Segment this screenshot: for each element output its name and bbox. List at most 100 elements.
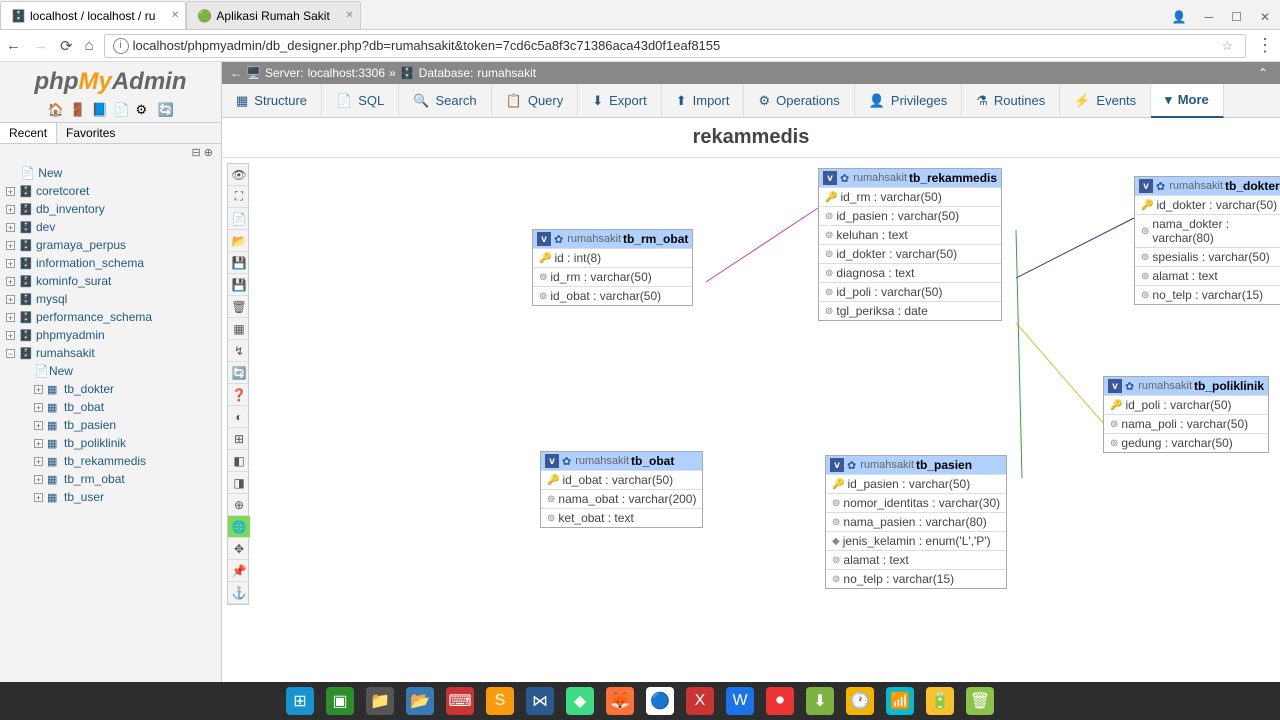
table-column[interactable]: ⊚ spesialis : varchar(50): [1135, 247, 1280, 266]
breadcrumb-db[interactable]: rumahsakit: [477, 66, 536, 80]
expand-icon[interactable]: +: [34, 457, 43, 466]
vscode-icon[interactable]: ⋈: [526, 687, 554, 715]
chrome-icon[interactable]: 🔵: [646, 687, 674, 715]
tab-import[interactable]: ⬆Import: [662, 84, 745, 118]
back-icon[interactable]: ←: [6, 37, 21, 55]
sidebar-table-tb_obat[interactable]: +▦tb_obat: [34, 398, 221, 416]
expand-icon[interactable]: +: [6, 259, 15, 268]
table-column[interactable]: ⊚ nama_poli : varchar(50): [1104, 414, 1268, 433]
close-icon[interactable]: ✕: [345, 10, 353, 21]
close-icon[interactable]: ✕: [171, 10, 179, 21]
table-column[interactable]: ⊚ id_poli : varchar(50): [819, 282, 1001, 301]
tab-events[interactable]: ⚡Events: [1060, 84, 1151, 118]
sidebar-db-performance_schema[interactable]: +🗄️performance_schema: [6, 308, 221, 326]
url-input[interactable]: i localhost/phpmyadmin/db_designer.php?d…: [104, 34, 1246, 58]
app-menu-icon[interactable]: ⊞: [286, 687, 314, 715]
clock-icon[interactable]: 🕐: [846, 687, 874, 715]
gear-icon[interactable]: ✿: [1156, 180, 1165, 193]
move-icon[interactable]: ✥: [228, 538, 250, 560]
terminal-icon[interactable]: ▣: [326, 687, 354, 715]
docs-icon[interactable]: 📘: [92, 102, 108, 118]
sidebar-table-tb_dokter[interactable]: +▦tb_dokter: [34, 380, 221, 398]
table-column[interactable]: ⊚ id_dokter : varchar(50): [819, 244, 1001, 263]
files2-icon[interactable]: 📂: [406, 687, 434, 715]
table-column[interactable]: ⊚ diagnosa : text: [819, 263, 1001, 282]
xampp-icon[interactable]: X: [686, 687, 714, 715]
expand-icon[interactable]: +: [6, 187, 15, 196]
angular-links-icon[interactable]: ◐: [228, 406, 250, 428]
gear-icon[interactable]: ✿: [562, 455, 571, 468]
sidebar-table-tb_poliklinik[interactable]: +▦tb_poliklinik: [34, 434, 221, 452]
table-visibility-icon[interactable]: v: [830, 458, 844, 472]
sidebar-db-db_inventory[interactable]: +🗄️db_inventory: [6, 200, 221, 218]
designer-table-tb_poliklinik[interactable]: v✿rumahsakit tb_poliklinik🔑 id_poli : va…: [1103, 376, 1269, 453]
table-column[interactable]: ⊚ alamat : text: [1135, 266, 1280, 285]
expand-icon[interactable]: +: [34, 475, 43, 484]
sidebar-table-tb_rm_obat[interactable]: +▦tb_rm_obat: [34, 470, 221, 488]
designer-table-tb_rekammedis[interactable]: v✿rumahsakit tb_rekammedis🔑 id_rm : varc…: [818, 168, 1002, 321]
designer-table-tb_obat[interactable]: v✿rumahsakit tb_obat🔑 id_obat : varchar(…: [540, 451, 703, 528]
breadcrumb-server[interactable]: localhost:3306: [308, 66, 385, 80]
gear-icon[interactable]: ✿: [1125, 380, 1134, 393]
gear-icon[interactable]: ✿: [554, 233, 563, 246]
table-column[interactable]: ⊚ alamat : text: [826, 550, 1006, 569]
sidebar-db-phpmyadmin[interactable]: +🗄️phpmyadmin: [6, 326, 221, 344]
designer-canvas[interactable]: 👁 ⛶ 📄 📂 💾 💾 🗑 ▦ ↯ 🔄 ❓ ◐ ⊞ ◧ ◨ ⊕ 🌐 ✥ 📌 ⚓: [222, 158, 1280, 682]
expand-icon[interactable]: +: [6, 295, 15, 304]
tab-query[interactable]: 📋Query: [492, 84, 579, 118]
android-studio-icon[interactable]: ◆: [566, 687, 594, 715]
expand-icon[interactable]: +: [6, 277, 15, 286]
expand-icon[interactable]: +: [6, 223, 15, 232]
reload-icon[interactable]: 🔄: [228, 362, 250, 384]
expand-icon[interactable]: +: [6, 313, 15, 322]
account-icon[interactable]: 👤: [1172, 10, 1187, 24]
table-column[interactable]: ◆ jenis_kelamin : enum('L','P'): [826, 531, 1006, 550]
collapse-all[interactable]: ⊟ ⊕: [0, 144, 221, 161]
table-header[interactable]: v✿rumahsakit tb_dokter: [1135, 177, 1280, 195]
table-header[interactable]: v✿rumahsakit tb_obat: [541, 452, 702, 470]
tab-export[interactable]: ⬇Export: [578, 84, 661, 118]
toggle-relation-icon[interactable]: ⊕: [228, 494, 250, 516]
expand-icon[interactable]: +: [34, 421, 43, 430]
sidebar-db-mysql[interactable]: +🗄️mysql: [6, 290, 221, 308]
sql-icon[interactable]: 📄: [114, 102, 130, 118]
gear-icon[interactable]: ✿: [847, 459, 856, 472]
table-column[interactable]: 🔑 id_poli : varchar(50): [1104, 395, 1268, 414]
sidebar-db-kominfo_surat[interactable]: +🗄️kominfo_surat: [6, 272, 221, 290]
tab-more[interactable]: ▾More: [1151, 84, 1224, 118]
expand-icon[interactable]: +: [34, 403, 43, 412]
table-column[interactable]: 🔑 id_pasien : varchar(50): [826, 474, 1006, 493]
settings-icon[interactable]: ⚙: [136, 102, 152, 118]
home-icon[interactable]: ⌂: [85, 37, 94, 55]
tab-routines[interactable]: ⚗Routines: [962, 84, 1060, 118]
designer-table-tb_pasien[interactable]: v✿rumahsakit tb_pasien🔑 id_pasien : varc…: [825, 455, 1007, 589]
delete-icon[interactable]: 🗑: [228, 296, 250, 318]
home-icon[interactable]: 🏠: [48, 102, 64, 118]
site-info-icon[interactable]: i: [113, 38, 129, 54]
table-column[interactable]: 🔑 id_obat : varchar(50): [541, 470, 702, 489]
logout-icon[interactable]: 🚪: [70, 102, 86, 118]
sidebar-table-tb_user[interactable]: +▦tb_user: [34, 488, 221, 506]
table-column[interactable]: ⊚ tgl_periksa : date: [819, 301, 1001, 320]
table-visibility-icon[interactable]: v: [1139, 179, 1153, 193]
tab-search[interactable]: 🔍Search: [399, 84, 491, 118]
expand-icon[interactable]: +: [34, 385, 43, 394]
sublime-icon[interactable]: S: [486, 687, 514, 715]
expand-icon[interactable]: +: [6, 205, 15, 214]
tab-recent[interactable]: Recent: [0, 123, 57, 143]
designer-table-tb_rm_obat[interactable]: v✿rumahsakit tb_rm_obat🔑 id : int(8)⊚ id…: [532, 229, 693, 306]
expand-icon[interactable]: +: [6, 331, 15, 340]
expand-icon[interactable]: +: [34, 439, 43, 448]
table-column[interactable]: ⊚ nama_obat : varchar(200): [541, 489, 702, 508]
tab-sql[interactable]: 📄SQL: [322, 84, 399, 118]
table-column[interactable]: ⊚ nama_pasien : varchar(80): [826, 512, 1006, 531]
reload-icon[interactable]: 🔄: [158, 102, 174, 118]
table-header[interactable]: v✿rumahsakit tb_poliklinik: [1104, 377, 1268, 395]
open-page-icon[interactable]: 📂: [228, 230, 250, 252]
table-column[interactable]: ⊚ nomor_identitas : varchar(30): [826, 493, 1006, 512]
close-breadcrumb-icon[interactable]: ⌃: [1254, 66, 1272, 80]
sidebar-table-tb_rekammedis[interactable]: +▦tb_rekammedis: [34, 452, 221, 470]
expand-icon[interactable]: +: [6, 241, 15, 250]
table-column[interactable]: ⊚ id_rm : varchar(50): [533, 267, 692, 286]
anchor-icon[interactable]: ⚓: [228, 582, 250, 604]
